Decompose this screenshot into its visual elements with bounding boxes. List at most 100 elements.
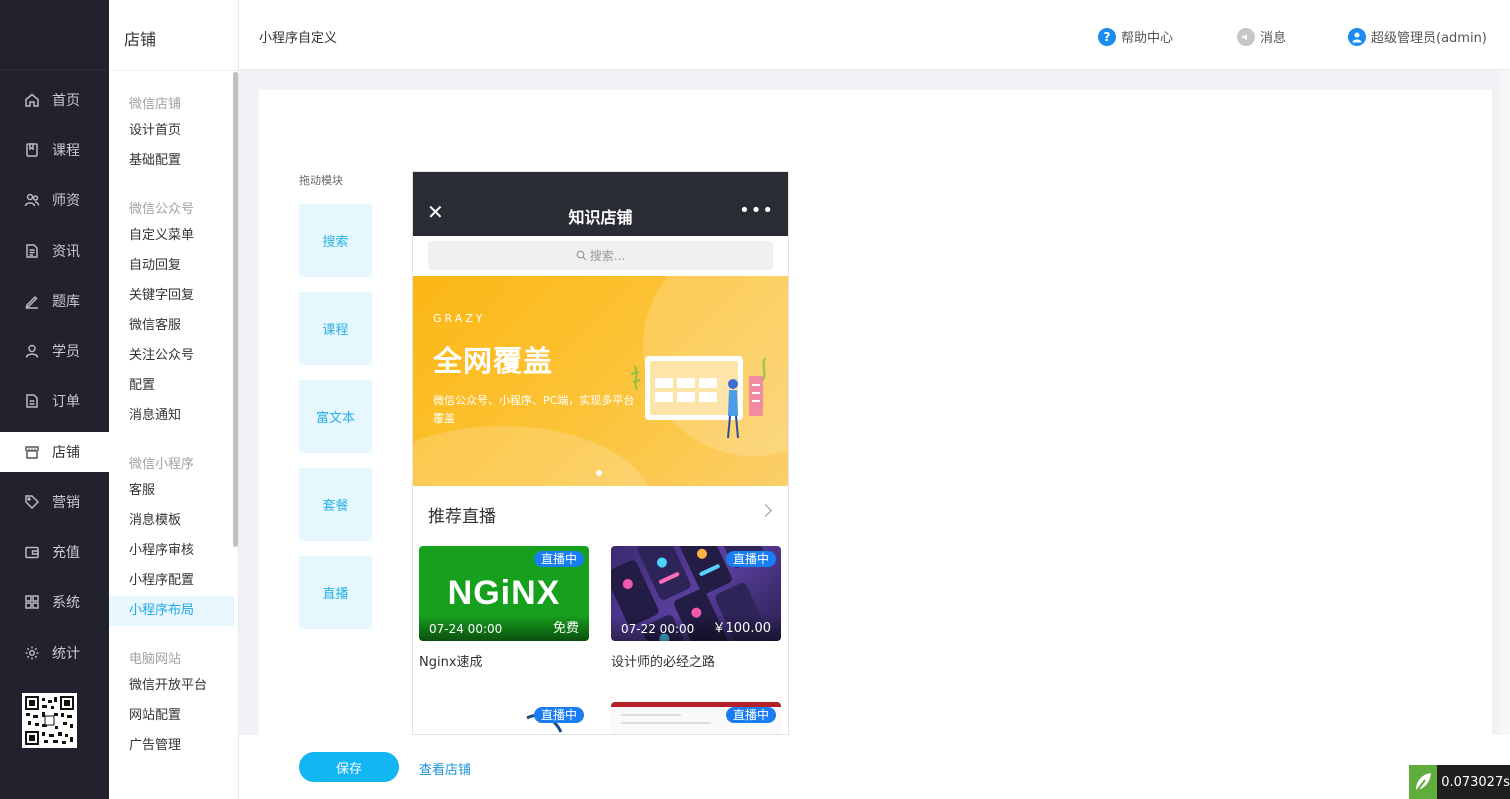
nav-item-students[interactable]: 学员 (0, 331, 109, 371)
nav-label: 资讯 (52, 244, 80, 260)
course-price: 免费 (552, 621, 579, 636)
phone-search-bar[interactable]: 搜索... (428, 241, 773, 270)
subnav-group-title: 微信小程序 (129, 457, 195, 472)
main-sidebar: 首页 课程 师资 资讯 题库 学员 订单 店铺 营销 充值 系统 统计 (0, 0, 109, 799)
subnav-item-miniapp-config[interactable]: 小程序配置 (109, 566, 234, 596)
carousel-dot[interactable] (596, 470, 602, 476)
live-badge: 直播中 (533, 707, 584, 723)
message-icon (1237, 27, 1255, 46)
subnav-item-miniapp-review[interactable]: 小程序审核 (109, 536, 234, 566)
page-title: 小程序自定义 (259, 31, 338, 46)
bottom-action-bar: 保存 查看店铺 (239, 735, 1510, 799)
subnav-item-follow-account[interactable]: 关注公众号 (109, 341, 234, 371)
phone-preview: ✕ 知识店铺 ••• 搜索... GRAZY 全网覆盖 微信公众号、小程序、PC… (412, 171, 789, 735)
user-name: 超级管理员(admin) (1371, 31, 1487, 46)
nav-item-marketing[interactable]: 营销 (0, 482, 109, 522)
nav-item-recharge[interactable]: 充值 (0, 532, 109, 572)
subnav-item-basic-config[interactable]: 基础配置 (109, 146, 234, 176)
module-package[interactable]: 套餐 (299, 468, 372, 541)
subnav-item-notifications[interactable]: 消息通知 (109, 401, 234, 431)
subnav-item-wechat-service[interactable]: 微信客服 (109, 311, 234, 341)
subnav-item-open-platform[interactable]: 微信开放平台 (109, 671, 234, 701)
order-icon (24, 393, 40, 409)
nav-item-store[interactable]: 店铺 (0, 432, 109, 472)
nav-item-questions[interactable]: 题库 (0, 281, 109, 321)
subnav-item-auto-reply[interactable]: 自动回复 (109, 251, 234, 281)
nav-label: 首页 (52, 93, 80, 109)
subnav-item-keyword-reply[interactable]: 关键字回复 (109, 281, 234, 311)
subnav-item-customer-service[interactable]: 客服 (109, 476, 234, 506)
subnav-item-miniapp-layout[interactable]: 小程序布局 (109, 596, 234, 626)
view-store-link[interactable]: 查看店铺 (419, 759, 471, 778)
phone-title: 知识店铺 (568, 208, 633, 227)
course-date: 07-22 00:00 (621, 622, 695, 636)
logo-area (0, 0, 109, 70)
nav-item-system[interactable]: 系统 (0, 582, 109, 622)
banner-wave (413, 426, 653, 486)
subnav-item-design-home[interactable]: 设计首页 (109, 116, 234, 146)
banner-description: 微信公众号、小程序、PC端，实现多平台覆盖 (433, 394, 635, 425)
user-icon (24, 343, 40, 359)
live-badge: 直播中 (533, 551, 584, 567)
course-name: 设计师的必经之路 (611, 655, 716, 670)
subnav-item-site-config[interactable]: 网站配置 (109, 701, 234, 731)
nav-label: 系统 (52, 595, 80, 611)
avatar-icon (1348, 27, 1366, 46)
course-card[interactable]: 直播中 (611, 702, 781, 734)
section-title: 推荐直播 (428, 507, 496, 527)
subnav-group-title: 电脑网站 (129, 652, 182, 667)
teacher-icon (24, 192, 40, 208)
module-search[interactable]: 搜索 (299, 204, 372, 277)
secondary-sidebar-title: 店铺 (124, 30, 157, 49)
search-placeholder: 搜索... (589, 249, 626, 263)
book-icon (24, 142, 40, 158)
banner[interactable]: GRAZY 全网覆盖 微信公众号、小程序、PC端，实现多平台覆盖 (413, 276, 788, 486)
help-center-link[interactable]: ? 帮助中心 (1098, 27, 1173, 46)
page-scrollbar[interactable] (1500, 70, 1510, 735)
nav-label: 师资 (52, 193, 80, 209)
nav-item-teacher[interactable]: 师资 (0, 180, 109, 220)
qr-code[interactable] (22, 693, 77, 748)
subnav-item-message-template[interactable]: 消息模板 (109, 506, 234, 536)
course-date: 07-24 00:00 (429, 622, 503, 636)
module-rich-text[interactable]: 富文本 (299, 380, 372, 453)
course-thumbnail: 直播中 (419, 702, 589, 734)
module-course[interactable]: 课程 (299, 292, 372, 365)
phone-title-bar: ✕ 知识店铺 ••• (413, 172, 788, 236)
divider (109, 70, 239, 71)
banner-title: 全网覆盖 (433, 344, 554, 378)
course-card[interactable]: 直播中 (419, 702, 589, 734)
course-card[interactable]: NGiNX 直播中 07-24 00:00 免费 Nginx速成 (419, 546, 589, 670)
subnav-item-custom-menu[interactable]: 自定义菜单 (109, 221, 234, 251)
timer-value: 0.073027s (1437, 765, 1510, 799)
course-thumbnail: NGiNX 直播中 07-24 00:00 免费 (419, 546, 589, 641)
nav-item-course[interactable]: 课程 (0, 130, 109, 170)
messages-link[interactable]: 消息 (1237, 27, 1286, 46)
nav-label: 订单 (52, 394, 80, 410)
nginx-logo: NGiNX (447, 574, 561, 612)
grid-icon (24, 594, 40, 610)
module-live[interactable]: 直播 (299, 556, 372, 629)
qr-code-icon (25, 696, 74, 745)
subnav-group-title: 微信店铺 (129, 97, 182, 112)
nav-label: 店铺 (52, 445, 80, 461)
save-button[interactable]: 保存 (299, 752, 399, 782)
subnav-group-title: 微信公众号 (129, 202, 195, 217)
subnav-item-config[interactable]: 配置 (109, 371, 234, 401)
nav-label: 课程 (52, 143, 80, 159)
news-icon (24, 243, 40, 259)
nav-item-news[interactable]: 资讯 (0, 231, 109, 271)
nav-item-orders[interactable]: 订单 (0, 381, 109, 421)
user-menu[interactable]: 超级管理员(admin) (1348, 27, 1487, 46)
course-card[interactable]: 直播中 07-22 00:00 ￥100.00 设计师的必经之路 (611, 546, 781, 670)
subnav-item-ad-management[interactable]: 广告管理 (109, 731, 234, 761)
chevron-right-icon[interactable] (759, 504, 772, 517)
pen-icon (24, 293, 40, 309)
nav-item-home[interactable]: 首页 (0, 80, 109, 120)
more-icon[interactable]: ••• (739, 200, 774, 221)
nav-item-stats[interactable]: 统计 (0, 633, 109, 673)
course-thumbnail: 直播中 07-22 00:00 ￥100.00 (611, 546, 781, 641)
nav-label: 学员 (52, 344, 80, 360)
nav-label: 营销 (52, 495, 80, 511)
drag-modules-label: 拖动模块 (299, 174, 343, 187)
